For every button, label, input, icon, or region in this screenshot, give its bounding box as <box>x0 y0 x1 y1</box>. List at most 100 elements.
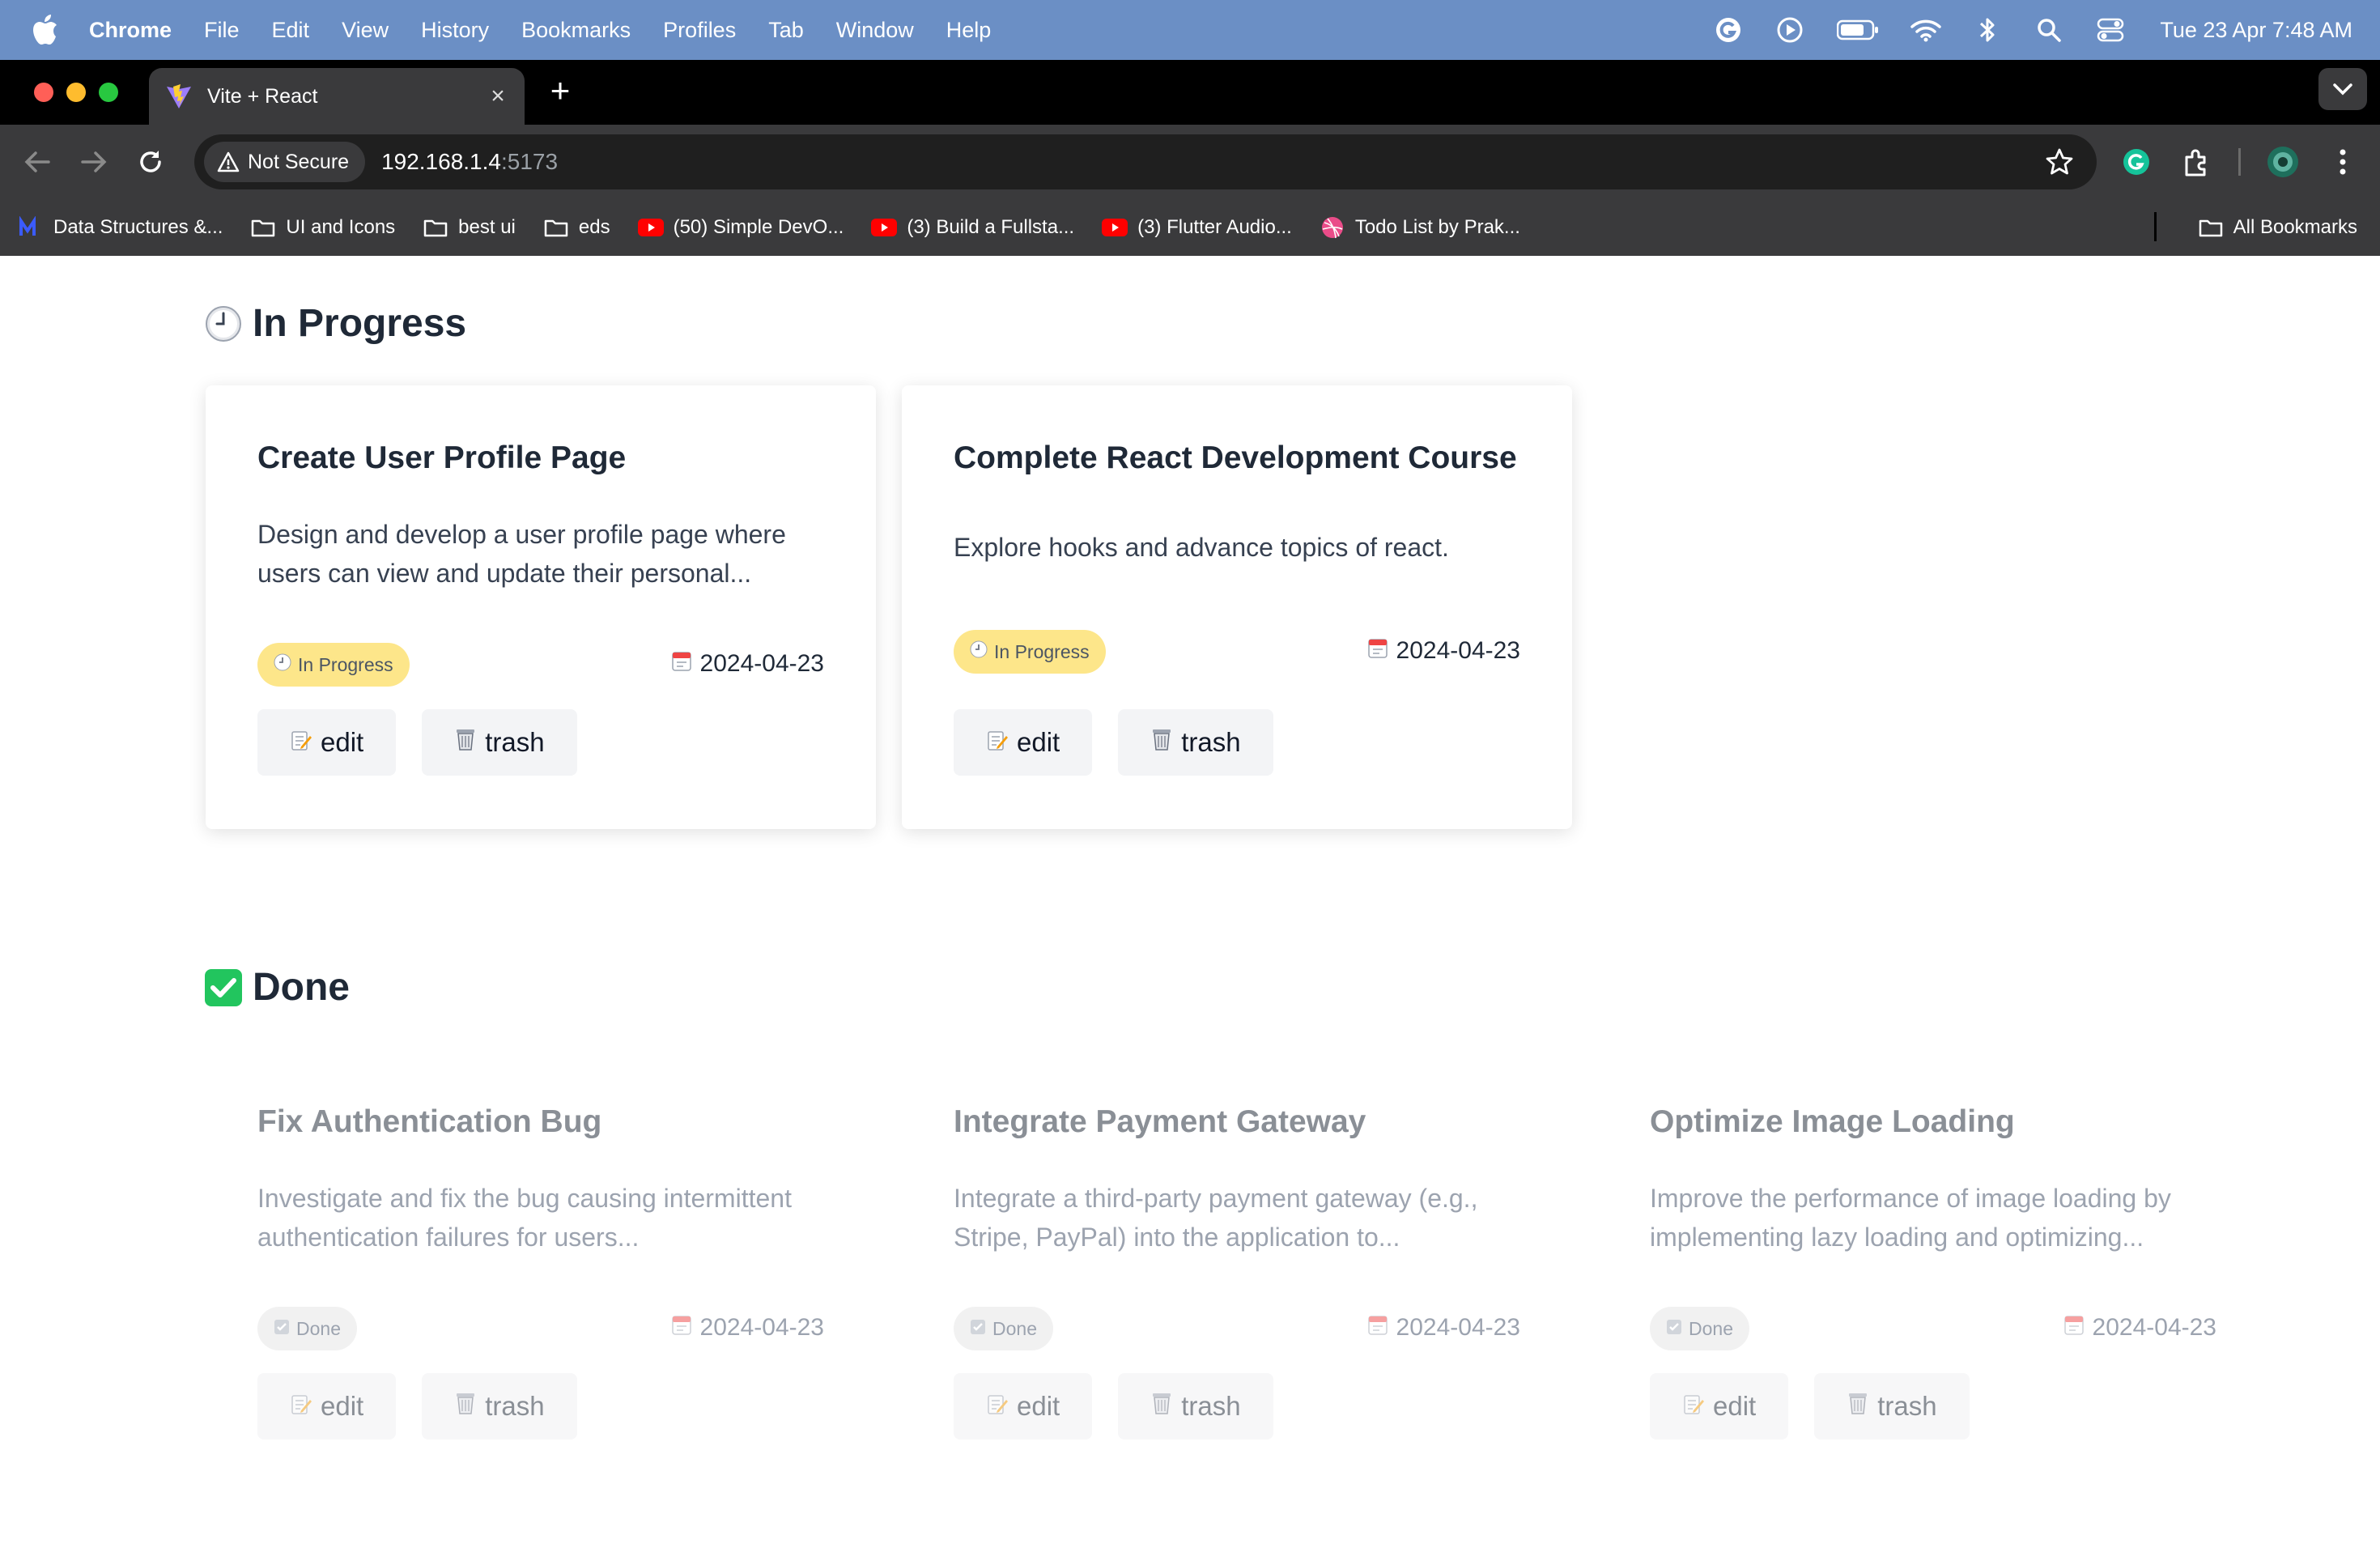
edit-button[interactable]: edit <box>1650 1373 1789 1440</box>
menu-window[interactable]: Window <box>836 18 914 43</box>
check-box-icon <box>274 1318 290 1340</box>
trash-label: trash <box>485 727 545 757</box>
address-bar[interactable]: Not Secure 192.168.1.4:5173 <box>194 134 2097 189</box>
spotlight-search-icon[interactable] <box>2034 15 2064 45</box>
status-label: In Progress <box>994 640 1090 662</box>
url-text[interactable]: 192.168.1.4:5173 <box>381 149 558 175</box>
task-card: Integrate Payment Gateway Integrate a th… <box>902 1049 1572 1493</box>
in-progress-heading: In Progress <box>204 301 466 346</box>
clock-icon <box>274 653 291 676</box>
bookmark-folder[interactable]: eds <box>543 216 610 239</box>
menu-view[interactable]: View <box>342 18 389 43</box>
trash-label: trash <box>1877 1391 1937 1421</box>
back-button[interactable] <box>19 144 55 180</box>
arrow-right-icon <box>81 151 107 172</box>
trash-button[interactable]: trash <box>422 1373 577 1440</box>
zoom-window-button[interactable] <box>99 83 118 102</box>
bookmark-folder[interactable]: best ui <box>423 216 516 239</box>
trash-button[interactable]: trash <box>422 709 577 776</box>
status-badge: In Progress <box>954 630 1106 674</box>
check-mark-icon <box>204 968 243 1007</box>
macos-menu-bar: Chrome File Edit View History Bookmarks … <box>0 0 2380 60</box>
arrow-left-icon <box>24 151 50 172</box>
tab-search-button[interactable] <box>2318 68 2367 110</box>
menubar-clock[interactable]: Tue 23 Apr 7:48 AM <box>2160 18 2352 43</box>
task-card: Complete React Development Course Explor… <box>902 385 1572 829</box>
task-description: Design and develop a user profile page w… <box>257 520 786 588</box>
tab-vite-react[interactable]: Vite + React × <box>149 68 525 125</box>
card-actions: edit trash <box>954 1373 1273 1440</box>
edit-label: edit <box>1713 1391 1757 1421</box>
new-tab-button[interactable]: + <box>542 74 578 110</box>
menu-history[interactable]: History <box>421 18 489 43</box>
site-icon <box>18 216 44 239</box>
trash-button[interactable]: trash <box>1814 1373 1970 1440</box>
more-menu-icon[interactable] <box>2325 144 2361 180</box>
task-date: 2024-04-23 <box>671 649 824 678</box>
extensions-icon[interactable] <box>2178 144 2214 180</box>
menu-file[interactable]: File <box>204 18 240 43</box>
dribbble-icon <box>1320 216 1345 239</box>
folder-icon <box>543 216 569 239</box>
url-port: :5173 <box>500 149 559 174</box>
bookmark-item[interactable]: (3) Build a Fullsta... <box>871 216 1074 239</box>
control-center-icon[interactable] <box>2095 15 2126 45</box>
bookmark-label: (3) Flutter Audio... <box>1137 216 1292 238</box>
forward-button[interactable] <box>76 144 112 180</box>
bookmark-folder[interactable]: UI and Icons <box>250 216 395 239</box>
security-indicator[interactable]: Not Secure <box>204 142 366 182</box>
memo-icon <box>986 727 1009 758</box>
edit-button[interactable]: edit <box>954 1373 1093 1440</box>
trash-button[interactable]: trash <box>1118 1373 1273 1440</box>
bookmark-label: Data Structures &... <box>53 216 223 238</box>
battery-icon[interactable] <box>1836 15 1880 45</box>
status-label: Done <box>296 1317 341 1339</box>
edit-button[interactable]: edit <box>954 709 1093 776</box>
calendar-icon <box>1367 636 1388 666</box>
task-title: Create User Profile Page <box>257 440 627 475</box>
close-tab-icon[interactable]: × <box>486 84 510 108</box>
task-description: Improve the performance of image loading… <box>1650 1184 2171 1252</box>
minimize-window-button[interactable] <box>66 83 86 102</box>
bookmark-item[interactable]: Todo List by Prak... <box>1320 216 1520 239</box>
bookmark-star-icon[interactable] <box>2045 147 2074 176</box>
menu-help[interactable]: Help <box>946 18 992 43</box>
card-actions: edit trash <box>954 709 1273 776</box>
youtube-icon <box>637 216 664 239</box>
task-title: Complete React Development Course <box>954 440 1517 475</box>
folder-icon <box>250 216 276 239</box>
close-window-button[interactable] <box>34 83 53 102</box>
bookmarks-bar: Data Structures &... UI and Icons best u… <box>0 199 2380 257</box>
edit-button[interactable]: edit <box>257 1373 397 1440</box>
wastebasket-icon <box>454 1391 477 1422</box>
task-date: 2024-04-23 <box>1367 636 1520 666</box>
menu-edit[interactable]: Edit <box>272 18 310 43</box>
grammarly-extension-icon[interactable] <box>2119 144 2154 180</box>
menu-profiles[interactable]: Profiles <box>663 18 736 43</box>
bookmark-item[interactable]: (3) Flutter Audio... <box>1102 216 1292 239</box>
reload-button[interactable] <box>133 144 168 180</box>
menu-bookmarks[interactable]: Bookmarks <box>521 18 631 43</box>
all-bookmarks-button[interactable]: All Bookmarks <box>2198 199 2357 256</box>
check-box-icon <box>970 1318 986 1340</box>
edit-button[interactable]: edit <box>257 709 397 776</box>
edit-label: edit <box>1017 727 1060 757</box>
trash-button[interactable]: trash <box>1118 709 1273 776</box>
bookmark-item[interactable]: (50) Simple DevO... <box>637 216 844 239</box>
bookmark-label: UI and Icons <box>286 216 396 238</box>
youtube-icon <box>1102 216 1128 239</box>
wifi-icon[interactable] <box>1910 15 1942 45</box>
bluetooth-icon[interactable] <box>1972 15 2003 45</box>
profile-avatar-icon[interactable] <box>2265 144 2301 180</box>
bookmark-item[interactable]: Data Structures &... <box>18 216 223 239</box>
edit-label: edit <box>321 727 364 757</box>
task-description: Integrate a third-party payment gateway … <box>954 1184 1478 1252</box>
toolbar-right <box>2094 125 2380 199</box>
apple-icon[interactable] <box>32 14 62 46</box>
menu-app-chrome[interactable]: Chrome <box>89 18 172 43</box>
memo-icon <box>986 1391 1009 1422</box>
play-circle-icon[interactable] <box>1774 15 1805 45</box>
menu-tab[interactable]: Tab <box>768 18 804 43</box>
grammarly-icon[interactable] <box>1713 15 1744 45</box>
page-content: In Progress Create User Profile Page Des… <box>0 256 2380 1548</box>
